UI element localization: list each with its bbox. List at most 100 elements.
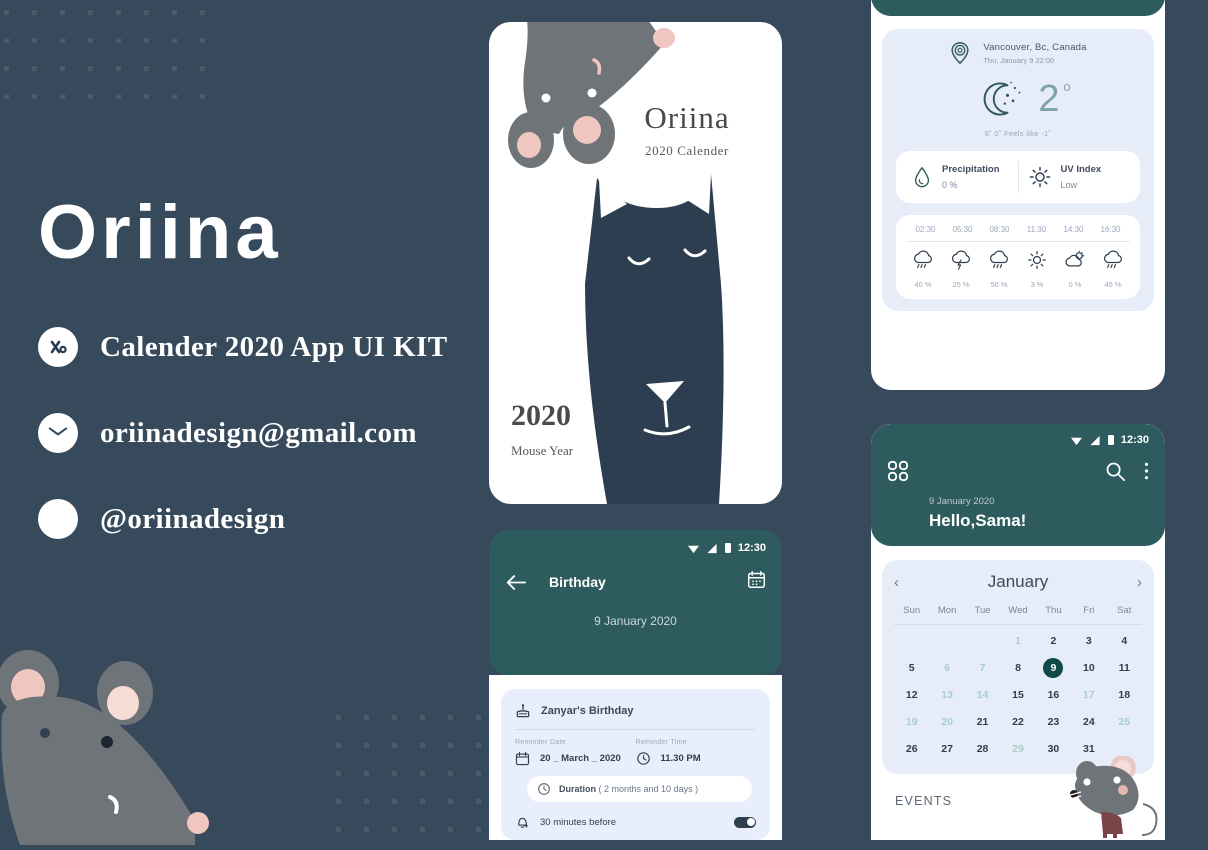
mouse-illustration-bottom-right [1065, 755, 1161, 840]
calendar-weekday: Sun [903, 605, 921, 616]
chevron-right-icon[interactable]: › [1137, 574, 1142, 591]
weather-temperature: 2o [1038, 78, 1071, 120]
calendar-day [965, 631, 1000, 652]
calendar-icon[interactable] [747, 570, 766, 594]
battery-icon [1107, 435, 1114, 445]
calendar-day[interactable]: 2 [1036, 631, 1071, 652]
calendar-nav-row [887, 460, 1149, 482]
reminder-date-label: Reminder Date [515, 739, 566, 746]
hourly-cell: 40 % [904, 250, 942, 289]
calendar-day[interactable]: 11 [1107, 658, 1142, 679]
reminder-time-col[interactable]: Reminder Time 11.30 PM [636, 739, 757, 766]
more-vertical-icon[interactable] [1144, 461, 1149, 481]
duration-label: Duration [559, 784, 596, 794]
calendar-weekday: Wed [1008, 605, 1028, 616]
calendar-day[interactable]: 10 [1071, 658, 1106, 679]
calendar-day[interactable]: 14 [965, 685, 1000, 706]
calendar-day[interactable]: 19 [894, 712, 929, 733]
metric-label: UV Index [1060, 164, 1102, 175]
calendar-day[interactable]: 22 [1000, 712, 1035, 733]
moon-stars-icon [984, 81, 1021, 116]
hourly-precip-pct: 25 % [952, 280, 970, 289]
calendar-day[interactable]: 3 [1071, 631, 1106, 652]
calendar-day[interactable]: 7 [965, 658, 1000, 679]
duration-value: ( 2 months and 10 days ) [598, 784, 699, 794]
calendar-icon [515, 751, 530, 766]
chevron-left-icon[interactable]: ‹ [894, 574, 899, 591]
calendar-greeting: Hello,Sama! [929, 511, 1027, 530]
metric-value: 0 % [942, 180, 958, 190]
brand-panel: Oriina Calender 2020 App UI KIT oriinade… [38, 195, 498, 585]
calendar-day[interactable]: 21 [965, 712, 1000, 733]
calendar-day-selected[interactable]: 9 [1036, 658, 1071, 679]
alert-row: 30 minutes before [515, 814, 756, 830]
thunder-cloud-icon [950, 250, 972, 274]
calendar-day[interactable]: 20 [929, 712, 964, 733]
calendar-day[interactable]: 29 [1000, 739, 1035, 760]
calendar-day[interactable]: 28 [965, 739, 1000, 760]
cover-year-label: Mouse Year [511, 443, 574, 458]
calendar-weekday: Sat [1117, 605, 1132, 616]
sun-icon [1026, 251, 1048, 274]
weather-hourly-card: 02:30 05:30 08:30 11:30 14:30 16:30 40 % 25 % 5… [896, 215, 1140, 299]
cover-year: 2020 [511, 399, 571, 432]
calendar-day[interactable]: 16 [1036, 685, 1071, 706]
calendar-weekday: Mon [937, 605, 957, 616]
calendar-month-row: ‹ January › [894, 572, 1142, 592]
divider [894, 624, 1142, 625]
calendar-day-grid: 1 2 3 4 5 6 7 8 9 10 11 12 13 14 15 16 17 18 19 20 21 22 23 24 2… [894, 631, 1142, 760]
xd-icon [38, 327, 78, 367]
cover-title-block: Oriina 2020 Calender [612, 100, 762, 159]
calendar-day[interactable]: 18 [1107, 685, 1142, 706]
calendar-weekday-row: Sun Mon Tue Wed Thu Fri Sat [894, 605, 1142, 616]
calendar-day[interactable]: 4 [1107, 631, 1142, 652]
calendar-day[interactable]: 6 [929, 658, 964, 679]
hourly-precip-pct: 45 % [1104, 280, 1122, 289]
grid-menu-icon[interactable] [887, 460, 909, 482]
hourly-cell: 45 % [1094, 250, 1132, 289]
hourly-precip-pct: 40 % [914, 280, 932, 289]
status-time: 12:30 [1120, 434, 1149, 446]
back-arrow-icon[interactable] [505, 574, 527, 591]
status-bar: 12:30 [887, 434, 1149, 446]
reminder-date-row: 20 _ March _ 2020 [515, 751, 636, 766]
cake-icon [516, 704, 530, 718]
search-icon[interactable] [1105, 461, 1126, 482]
metric-precipitation: Precipitation 0 % [902, 164, 1018, 190]
calendar-day[interactable]: 27 [929, 739, 964, 760]
brand-title: Oriina [38, 190, 282, 275]
hourly-time: 11:30 [1026, 225, 1047, 234]
phone-calendar-screen: 12:30 9 January 2020 Hello,Sama! ‹ Janua… [871, 424, 1165, 840]
degree-symbol: o [1063, 79, 1071, 94]
hourly-cell: 0 % [1056, 250, 1094, 289]
calendar-day[interactable]: 17 [1071, 685, 1106, 706]
calendar-day[interactable]: 5 [894, 658, 929, 679]
brand-row-label: oriinadesign@gmail.com [100, 416, 417, 449]
hourly-time: 16:30 [1100, 225, 1121, 234]
hourly-time: 14:30 [1063, 225, 1084, 234]
calendar-day[interactable]: 1 [1000, 631, 1035, 652]
duration-field[interactable]: Duration ( 2 months and 10 days ) [527, 776, 752, 802]
birthday-body: Zanyar's Birthday Reminder Date 20 _ Mar… [489, 675, 782, 840]
status-bar: 12:30 [505, 542, 766, 554]
calendar-day[interactable]: 15 [1000, 685, 1035, 706]
calendar-day[interactable]: 25 [1107, 712, 1142, 733]
alert-toggle[interactable] [734, 816, 756, 828]
calendar-day[interactable]: 23 [1036, 712, 1071, 733]
calendar-day [929, 631, 964, 652]
calendar-day[interactable]: 26 [894, 739, 929, 760]
hourly-precip-pct: 3 % [1030, 280, 1044, 289]
rain-cloud-icon [988, 250, 1010, 274]
signal-icon [1090, 435, 1100, 445]
calendar-day[interactable]: 8 [1000, 658, 1035, 679]
brand-row-label: Calender 2020 App UI KIT [100, 330, 448, 363]
weather-location: Vancouver, Bc, Canada [983, 41, 1087, 53]
reminder-date-col[interactable]: Reminder Date 20 _ March _ 2020 [515, 739, 636, 766]
weather-temp-row: 2o [892, 77, 1144, 121]
status-time: 12:30 [737, 542, 766, 554]
calendar-day[interactable]: 12 [894, 685, 929, 706]
calendar-day[interactable]: 13 [929, 685, 964, 706]
clock-icon [538, 783, 550, 795]
calendar-day[interactable]: 24 [1071, 712, 1106, 733]
birthday-title: Birthday [549, 574, 606, 590]
